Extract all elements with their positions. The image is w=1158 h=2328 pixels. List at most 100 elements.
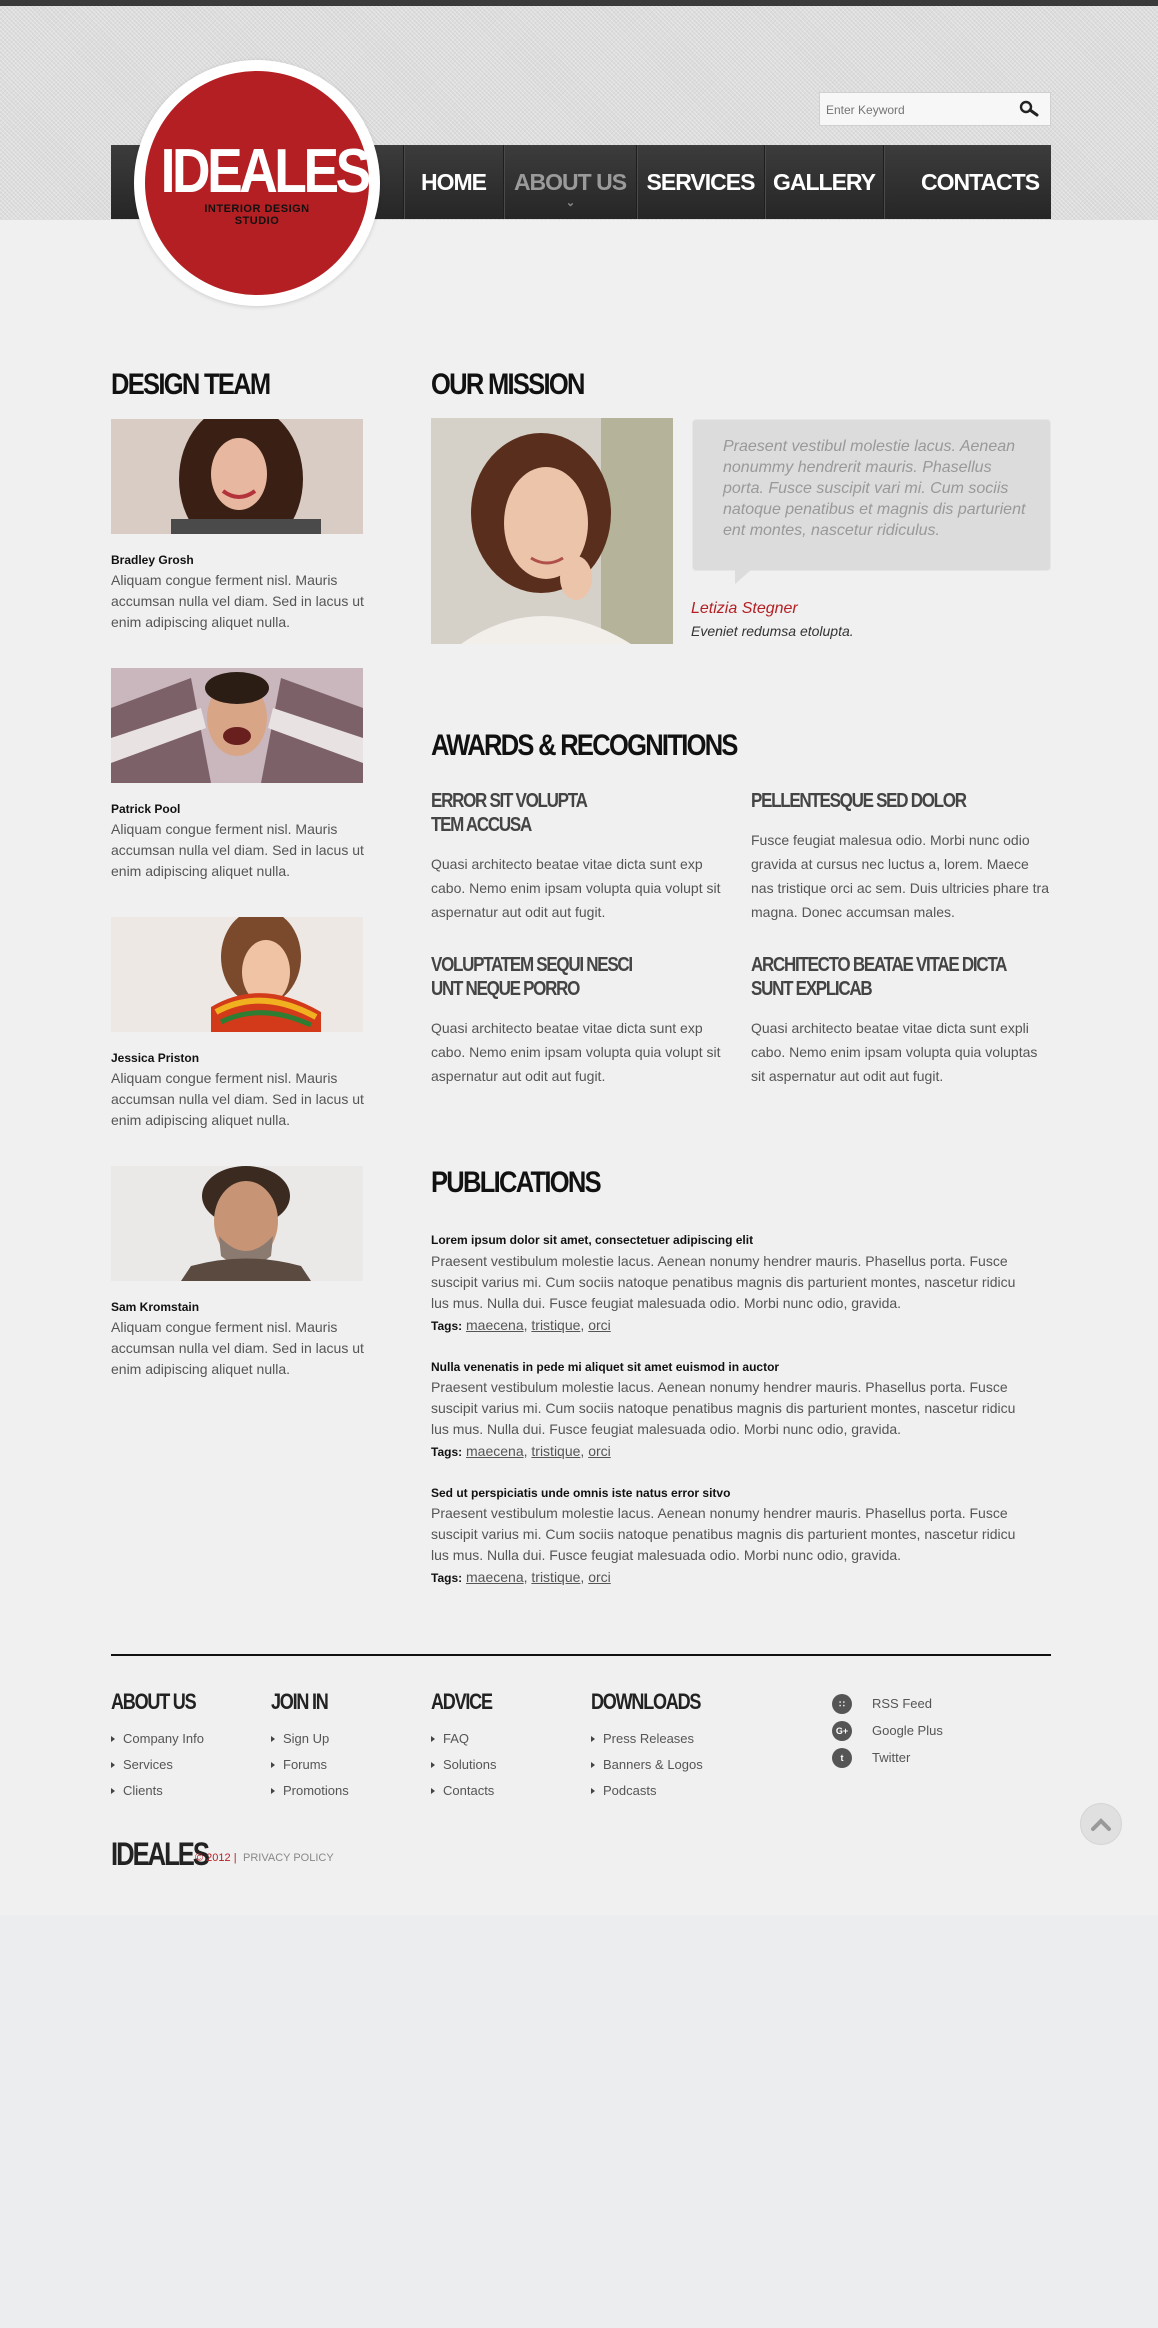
nav-gallery[interactable]: GALLERY [764,145,883,219]
quote-role: Eveniet redumsa etolupta. [691,623,854,639]
footer-link[interactable]: FAQ [430,1731,469,1746]
footer-link[interactable]: Promotions [271,1783,349,1798]
award-title-3-line2: UNT NEQUE PORRO [431,978,580,1000]
team-photo-3[interactable] [111,917,363,1032]
pub-tags-2: Tags: maecena, tristique, orci [431,1443,611,1459]
search-icon[interactable] [1018,99,1040,119]
award-title-3-line1: VOLUPTATEM SEQUI NESCI [431,954,633,976]
pub-title-1[interactable]: Lorem ipsum dolor sit amet, consectetuer… [431,1233,753,1247]
privacy-policy-link[interactable]: PRIVACY POLICY [243,1852,334,1864]
tag-link[interactable]: maecena [466,1317,524,1333]
tag-link[interactable]: tristique [531,1569,580,1585]
award-title-1: ERROR SIT VOLUPTA TEM ACCUSA [431,789,703,837]
mission-quote: Praesent vestibul molestie lacus. Aenean… [692,419,1051,571]
rss-icon: ∷ [832,1694,852,1714]
google-plus-icon: G+ [832,1721,852,1741]
team-name-3: Jessica Priston [111,1051,200,1065]
footer-link[interactable]: Sign Up [270,1731,329,1746]
footer-link[interactable]: Podcasts [590,1783,656,1798]
social-label: Google Plus [872,1723,943,1738]
publications-heading: PUBLICATIONS [431,1166,602,1199]
footer-logo[interactable]: IDEALES [111,1836,210,1873]
pub-text-2: Praesent vestibulum molestie lacus. Aene… [431,1379,1016,1437]
logo-subtitle-2: STUDIO [234,215,280,227]
pub-title-3[interactable]: Sed ut perspiciatis unde omnis iste natu… [431,1486,730,1500]
footer-col-join: JOIN IN [271,1689,329,1714]
team-photo-2[interactable] [111,668,363,783]
footer-link[interactable]: Company Info [111,1731,204,1746]
footer-link[interactable]: Forums [270,1757,327,1772]
pub-title-2[interactable]: Nulla venenatis in pede mi aliquet sit a… [431,1360,779,1374]
team-desc-3: Aliquam congue ferment nisl. Mauris accu… [111,1070,364,1128]
nav-about-us[interactable]: ABOUT US ⌄ [503,145,636,219]
page-bottom [0,1915,1158,2328]
social-twitter[interactable]: t Twitter [832,1748,910,1768]
search-input[interactable] [826,100,1006,120]
nav-services[interactable]: SERVICES [636,145,764,219]
logo[interactable]: IDEALES INTERIOR DESIGN STUDIO [134,60,380,306]
tag-link[interactable]: orci [588,1443,611,1459]
award-title-1-line2: TEM ACCUSA [431,814,532,836]
team-photo-1[interactable] [111,419,363,534]
footer-link[interactable]: Solutions [430,1757,496,1772]
design-team-heading: DESIGN TEAM [111,368,271,401]
quote-author: Letizia Stegner [691,600,798,617]
footer-col-downloads: DOWNLOADS [591,1689,701,1714]
tags-label: Tags: [431,1571,463,1585]
pub-text-1: Praesent vestibulum molestie lacus. Aene… [431,1253,1016,1311]
tag-link[interactable]: orci [588,1569,611,1585]
nav-home[interactable]: HOME [403,145,503,219]
footer-link[interactable]: Contacts [430,1783,494,1798]
footer-col-about: ABOUT US [111,1689,197,1714]
award-title-2-line1: PELLENTESQUE SED DOLOR [751,790,967,812]
award-text-3: Quasi architecto beatae vitae dicta sunt… [431,1020,721,1084]
chevron-down-icon: ⌄ [565,197,575,209]
tags-label: Tags: [431,1445,463,1459]
footer-col-advice: ADVICE [431,1689,493,1714]
tag-link[interactable]: tristique [531,1317,580,1333]
tag-link[interactable]: maecena [466,1443,524,1459]
mission-heading: OUR MISSION [431,368,585,401]
team-name-2: Patrick Pool [111,802,181,816]
nav-about-us-label: ABOUT US [513,168,627,195]
social-rss[interactable]: ∷ RSS Feed [832,1694,932,1714]
award-text-2: Fusce feugiat malesua odio. Morbi nunc o… [751,832,1049,920]
social-label: RSS Feed [872,1696,932,1711]
pub-text-3: Praesent vestibulum molestie lacus. Aene… [431,1505,1016,1563]
award-title-4-line1: ARCHITECTO BEATAE VITAE DICTA [751,954,1007,976]
logo-circle: IDEALES INTERIOR DESIGN STUDIO [145,71,371,295]
back-to-top-button[interactable] [1080,1803,1122,1845]
tags-label: Tags: [431,1319,463,1333]
footer-link[interactable]: Services [111,1757,173,1772]
nav-contacts[interactable]: CONTACTS [883,145,1051,219]
chevron-up-icon [1091,1818,1111,1831]
quote-tail [735,570,751,584]
social-label: Twitter [872,1750,911,1765]
award-title-2: PELLENTESQUE SED DOLOR [751,789,1023,813]
footer-link[interactable]: Press Releases [590,1731,694,1746]
award-text-4: Quasi architecto beatae vitae dicta sunt… [751,1020,1038,1084]
award-title-4: ARCHITECTO BEATAE VITAE DICTA SUNT EXPLI… [751,953,1023,1001]
awards-heading: AWARDS & RECOGNITIONS [431,729,738,762]
award-title-3: VOLUPTATEM SEQUI NESCI UNT NEQUE PORRO [431,953,703,1001]
copyright: © 2012 | [195,1852,237,1864]
footer-link[interactable]: Clients [111,1783,163,1798]
award-text-1: Quasi architecto beatae vitae dicta sunt… [431,856,721,920]
award-title-4-line2: SUNT EXPLICAB [751,978,873,1000]
award-title-1-line1: ERROR SIT VOLUPTA [431,790,588,812]
twitter-icon: t [832,1748,852,1768]
team-desc-4: Aliquam congue ferment nisl. Mauris accu… [111,1319,364,1377]
team-desc-1: Aliquam congue ferment nisl. Mauris accu… [111,572,364,630]
footer-link[interactable]: Banners & Logos [591,1757,703,1772]
pub-tags-1: Tags: maecena, tristique, orci [431,1317,611,1333]
mission-photo[interactable] [431,418,673,644]
tag-link[interactable]: tristique [531,1443,580,1459]
social-google-plus[interactable]: G+ Google Plus [832,1721,943,1741]
footer-divider [111,1654,1051,1656]
tag-link[interactable]: orci [588,1317,611,1333]
pub-tags-3: Tags: maecena, tristique, orci [431,1569,611,1585]
team-name-4: Sam Kromstain [111,1300,200,1314]
team-photo-4[interactable] [111,1166,363,1281]
logo-title: IDEALES [160,137,371,206]
tag-link[interactable]: maecena [466,1569,524,1585]
